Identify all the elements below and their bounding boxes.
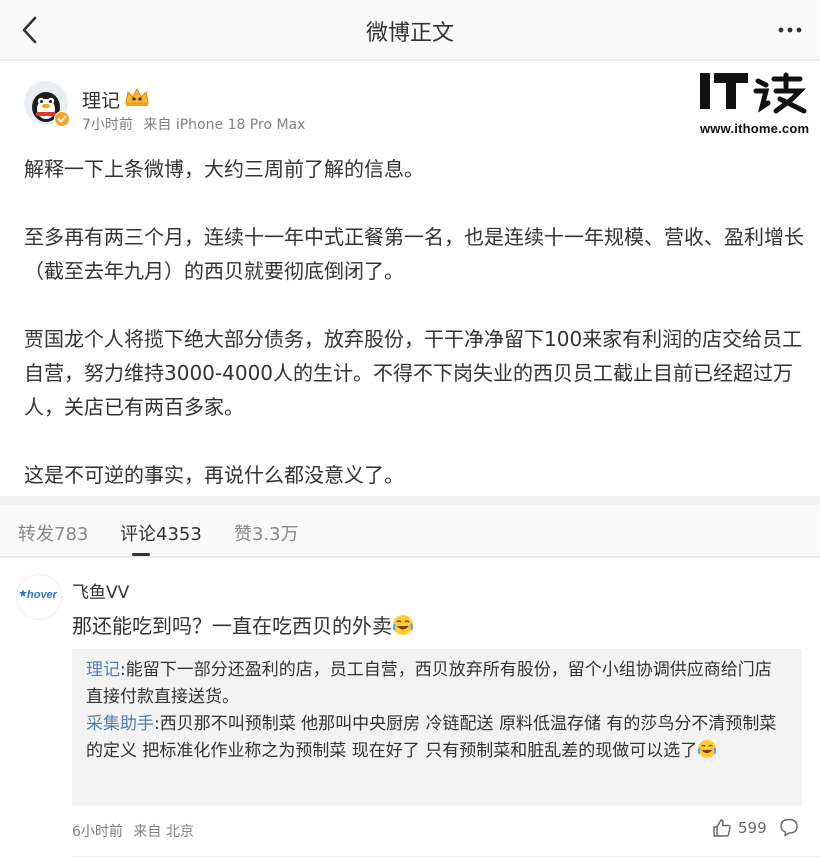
post-meta: 7小时前 来自 iPhone 18 Pro Max <box>82 114 311 134</box>
reply-text: :能留下一部分还盈利的店，员工自营，西贝放弃所有股份，留个小组协调供应商给门店直… <box>86 660 772 707</box>
weibo-post: 理记 7小时前 来自 iPhone 18 Pro Max www.ithome.… <box>0 61 820 496</box>
commenter-name[interactable]: 飞鱼VV <box>72 578 129 603</box>
post-paragraph: 贾国龙个人将揽下绝大部分债务，放弃股份，干干净净留下100来家有利润的店交给员工… <box>24 327 803 419</box>
star-icon <box>19 589 27 597</box>
comment-time: 6小时前 <box>72 824 123 840</box>
like-count: 599 <box>738 819 767 837</box>
reply-item: 采集助手:西贝那不叫预制菜 他那叫中央厨房 冷链配送 原料低温存储 有的莎鸟分不… <box>86 711 788 765</box>
comment-text-content: 那还能吃到吗？一直在吃西贝的外卖 <box>72 614 392 638</box>
reply-button[interactable] <box>779 817 801 839</box>
laugh-cry-emoji-icon <box>698 739 717 759</box>
reply-text: :西贝那不叫预制菜 他那叫中央厨房 冷链配送 原料低温存储 有的莎鸟分不清预制菜… <box>86 714 777 761</box>
comment-source: 来自 北京 <box>133 824 194 840</box>
post-paragraph: 解释一下上条微博，大约三周前了解的信息。 <box>24 157 424 181</box>
comment-meta: 6小时前 来自 北京 <box>72 821 200 841</box>
top-bar: 微博正文 <box>0 0 820 60</box>
watermark-url: www.ithome.com <box>700 121 810 136</box>
commenter-avatar-label: hover <box>27 589 57 601</box>
reply-author[interactable]: 采集助手 <box>86 714 154 734</box>
page-title: 微博正文 <box>365 21 454 46</box>
vip-crown-icon[interactable] <box>123 85 151 109</box>
more-button[interactable] <box>774 14 806 46</box>
post-source: 来自 iPhone 18 Pro Max <box>143 117 306 133</box>
like-button[interactable]: 599 <box>712 816 767 840</box>
active-tab-indicator <box>132 553 150 556</box>
commenter-avatar[interactable]: hover <box>16 574 62 620</box>
tab-likes[interactable]: 赞3.3万 <box>234 520 299 546</box>
interaction-tabs: 转发783 评论4353 赞3.3万 <box>0 505 820 557</box>
post-body: 解释一下上条微博，大约三周前了解的信息。 至多再有两三个月，连续十一年中式正餐第… <box>24 152 804 526</box>
comment-bubble-icon <box>780 818 798 837</box>
divider <box>72 856 820 857</box>
laugh-cry-emoji-icon <box>393 615 413 635</box>
comment-item: hover 飞鱼VV 那还能吃到吗？一直在吃西贝的外卖 理记:能留下一部分还盈利… <box>0 558 820 858</box>
comment-text: 那还能吃到吗？一直在吃西贝的外卖 <box>72 610 414 639</box>
reply-item: 理记:能留下一部分还盈利的店，员工自营，西贝放弃所有股份，留个小组协调供应商给门… <box>86 657 788 711</box>
reply-preview-box[interactable]: 理记:能留下一部分还盈利的店，员工自营，西贝放弃所有股份，留个小组协调供应商给门… <box>72 649 802 806</box>
author-avatar[interactable] <box>24 81 70 127</box>
author-name[interactable]: 理记 <box>82 86 120 113</box>
tab-reposts[interactable]: 转发783 <box>18 520 88 546</box>
post-paragraph: 至多再有两三个月，连续十一年中式正餐第一名，也是连续十一年规模、营收、盈利增长（… <box>24 225 804 283</box>
ithome-watermark: www.ithome.com <box>700 71 810 141</box>
more-dots-icon <box>778 27 802 33</box>
verified-badge-icon <box>54 111 70 127</box>
post-paragraph: 这是不可逆的事实，再说什么都没意义了。 <box>24 463 404 487</box>
post-time: 7小时前 <box>82 117 133 133</box>
thumbs-up-icon <box>713 819 731 837</box>
ithome-logo-icon <box>700 72 807 114</box>
reply-author[interactable]: 理记 <box>86 660 120 680</box>
tab-comments[interactable]: 评论4353 <box>120 520 202 546</box>
